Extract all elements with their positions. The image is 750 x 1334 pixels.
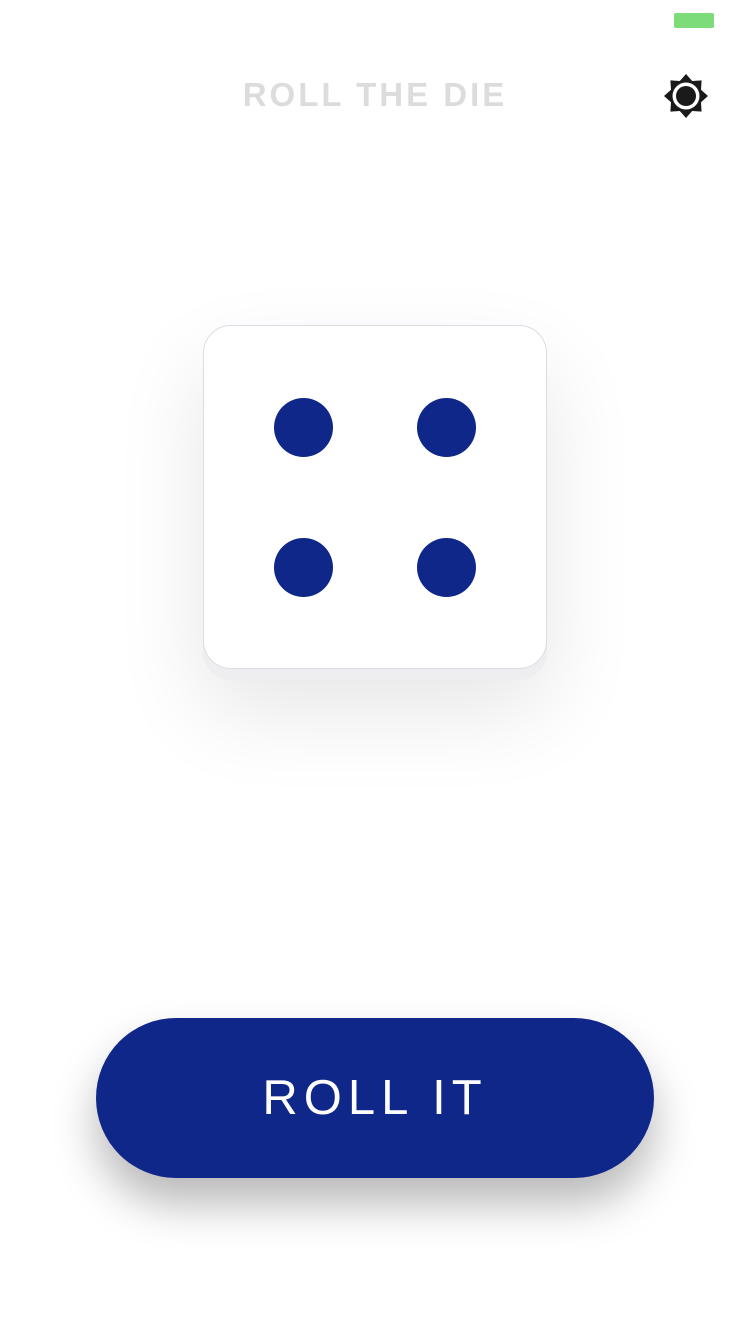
die-pip (274, 398, 333, 457)
die-pip (417, 538, 476, 597)
theme-toggle-button[interactable] (662, 72, 710, 120)
die-pip (274, 538, 333, 597)
die[interactable] (203, 325, 547, 669)
battery-indicator (674, 13, 714, 28)
die-pip (417, 398, 476, 457)
roll-button[interactable]: ROLL IT (96, 1018, 654, 1178)
page-title: ROLL THE DIE (242, 76, 508, 113)
brightness-icon (664, 74, 708, 118)
